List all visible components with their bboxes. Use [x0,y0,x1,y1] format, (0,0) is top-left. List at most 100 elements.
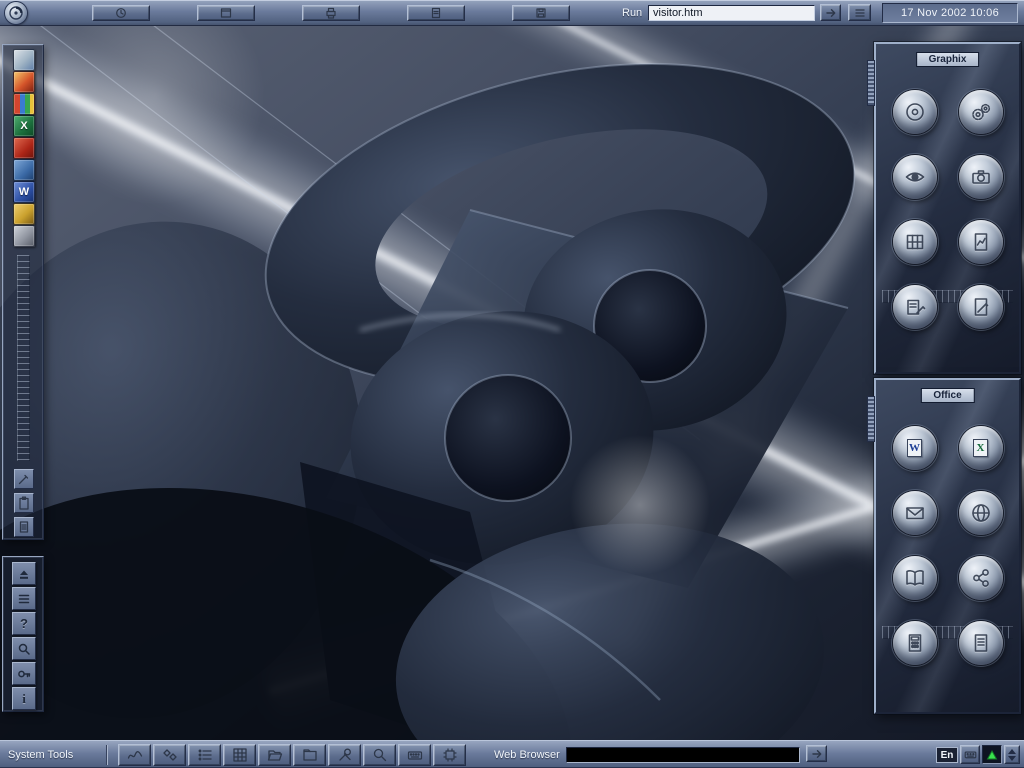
search-tool-button[interactable] [363,744,396,766]
office-panel: Office W X [867,378,1021,714]
document-button[interactable] [407,5,465,21]
calculator-button[interactable] [892,621,937,665]
picker-icon [18,474,29,485]
folder-open-icon [267,750,282,761]
menu-lines-icon [18,594,30,603]
dock-shortcut-excel[interactable]: X [13,115,35,137]
dock-shortcut-5[interactable] [13,137,35,159]
internet-button[interactable] [958,491,1003,535]
film-button[interactable] [892,220,937,264]
disk-icon [536,8,546,18]
settings-button[interactable] [958,90,1003,134]
web-browser-input[interactable] [566,747,800,763]
notepad-icon [974,634,987,652]
clipboard-icon [19,496,29,510]
list-icon [198,749,212,761]
wallpaper [0,0,1024,768]
chart-tool-button[interactable] [118,744,151,766]
graphix-panel-grip[interactable] [867,60,875,106]
help-button[interactable]: ? [12,612,36,635]
excel-icon: X [973,439,988,457]
eject-button[interactable] [12,562,36,585]
menu-button[interactable] [12,587,36,610]
web-browser-label: Web Browser [494,748,560,761]
eject-icon [20,570,28,579]
mail-icon [905,507,924,520]
info-button[interactable]: i [12,687,36,710]
run-input[interactable] [648,5,815,21]
viewer-button[interactable] [892,155,937,199]
bottom-toolbar: System Tools Web Browser En [0,740,1024,768]
disc-button[interactable] [892,90,937,134]
clipboard-tool-button[interactable] [14,493,34,513]
folder-open-button[interactable] [258,744,291,766]
disk-button[interactable] [512,5,570,21]
key-button[interactable] [12,662,36,685]
tools-button[interactable] [328,744,361,766]
office-panel-grip[interactable] [867,396,875,442]
document-icon [431,7,441,19]
calculator-icon [908,634,921,652]
notepad-button[interactable] [958,621,1003,665]
camera-button[interactable] [958,155,1003,199]
chip-icon [442,748,457,762]
arrow-down-icon [1008,755,1016,761]
search-button[interactable] [12,637,36,660]
wave-icon [127,751,142,759]
folder-button[interactable] [293,744,326,766]
book-button[interactable] [892,556,937,600]
picker-tool-button[interactable] [14,469,34,489]
clock-icon [116,8,126,18]
launcher-button[interactable] [5,2,27,24]
folder-icon [302,749,317,761]
grid-tool-button[interactable] [223,744,256,766]
dock-shortcut-6[interactable] [13,159,35,181]
run-go-button[interactable] [820,4,841,21]
dock-shortcut-9[interactable] [13,225,35,247]
question-icon: ? [20,616,28,631]
chart-doc-button[interactable] [958,220,1003,264]
dock-shortcut-2[interactable] [13,71,35,93]
dock-shortcut-8[interactable] [13,203,35,225]
keyboard-layout-button[interactable] [960,745,980,764]
notes-button[interactable] [892,285,937,329]
clock-button[interactable] [92,5,150,21]
draw-doc-button[interactable] [958,285,1003,329]
dock-shortcut-1[interactable] [13,49,35,71]
arrow-up-icon [1008,748,1016,754]
window-icon [220,8,232,18]
desktop: Run 17 Nov 2002 10:06 X W [0,0,1024,768]
mail-button[interactable] [892,491,937,535]
arrow-right-icon [825,8,835,17]
toolbar-divider [106,745,108,765]
run-menu-button[interactable] [848,4,871,21]
keyboard-icon [964,751,976,759]
magnifier-icon [18,643,30,655]
tags-tool-button[interactable] [153,744,186,766]
graphix-panel-title: Graphix [915,52,980,67]
chip-tool-button[interactable] [433,744,466,766]
share-button[interactable] [958,556,1003,600]
excel-button[interactable]: X [958,426,1003,470]
language-indicator[interactable]: En [936,747,958,763]
word-button[interactable]: W [892,426,937,470]
system-tools-label: System Tools [8,748,74,761]
dock-shortcut-3[interactable] [13,93,35,115]
dock-ruler [17,255,30,461]
keyboard-icon [407,751,422,760]
clock-display: 17 Nov 2002 10:06 [882,3,1018,23]
notes-tool-button[interactable] [14,517,34,537]
chart-document-icon [974,233,987,251]
globe-icon [971,504,990,522]
printer-button[interactable] [302,5,360,21]
keyboard-tool-button[interactable] [398,744,431,766]
list-tool-button[interactable] [188,744,221,766]
window-button[interactable] [197,5,255,21]
tray-green-indicator[interactable] [982,745,1002,764]
magnifier-icon [373,748,386,762]
browser-go-button[interactable] [806,745,827,762]
tray-expand-button[interactable] [1004,745,1020,764]
share-icon [972,569,989,587]
dock-shortcut-word[interactable]: W [13,181,35,203]
grid-icon [232,748,247,762]
